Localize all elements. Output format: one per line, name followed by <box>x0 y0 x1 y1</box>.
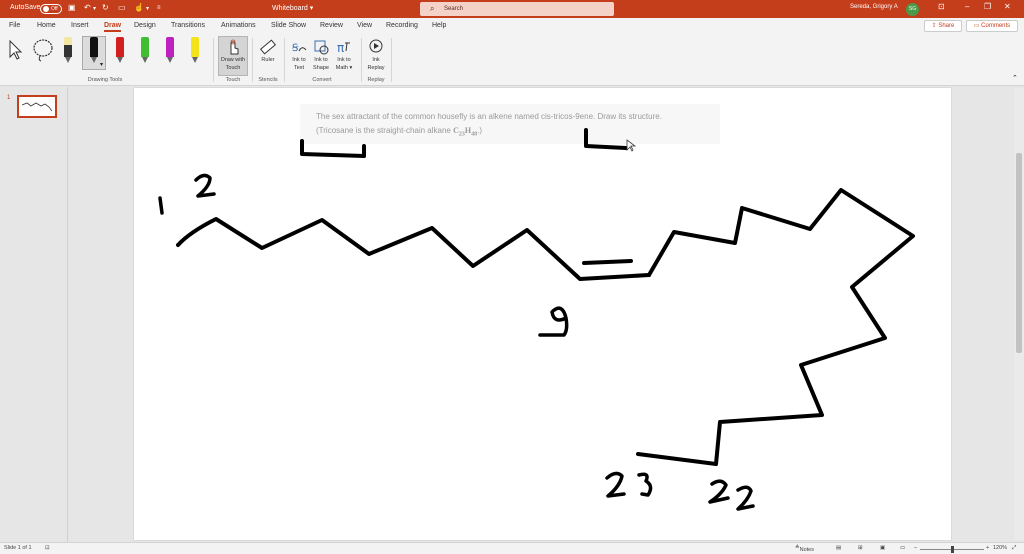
label-ink-22-first <box>708 479 730 504</box>
slide-counter: Slide 1 of 1 <box>4 545 32 551</box>
mouse-cursor-icon <box>626 139 637 152</box>
chain-stroke-right <box>636 188 915 466</box>
notes-label: Notes <box>799 547 814 553</box>
fit-to-window-icon[interactable]: ⤢ <box>1012 545 1016 552</box>
label-ink-2 <box>194 173 216 198</box>
zoom-in-icon[interactable]: + <box>986 545 989 551</box>
label-ink-1 <box>158 196 164 215</box>
ink-layer <box>158 128 915 511</box>
underline-stroke-cis <box>300 139 366 158</box>
slideshow-view-icon[interactable]: ▭ <box>900 545 905 551</box>
double-bond-stroke <box>582 259 633 265</box>
slide-sorter-icon[interactable]: ⊞ <box>858 545 863 551</box>
vertical-scrollbar[interactable] <box>1014 88 1024 540</box>
label-ink-23-three <box>637 472 653 497</box>
status-bar: Slide 1 of 1 ⊡ ≙ Notes ▤ ⊞ ▣ ▭ – + 120% … <box>0 542 1024 554</box>
label-ink-22-second <box>736 485 755 511</box>
notes-button[interactable]: ≙ Notes <box>795 545 814 553</box>
accessibility-icon[interactable]: ⊡ <box>45 545 50 551</box>
label-ink-9 <box>538 306 569 337</box>
zoom-level[interactable]: 120% <box>993 545 1007 551</box>
label-ink-23-two <box>605 471 626 498</box>
scrollbar-thumb[interactable] <box>1016 153 1022 353</box>
zoom-out-icon[interactable]: – <box>914 545 917 551</box>
normal-view-icon[interactable]: ▤ <box>836 545 841 551</box>
zoom-slider-knob[interactable] <box>951 546 954 553</box>
underline-stroke-9ene <box>584 128 628 150</box>
chain-stroke-left <box>176 217 651 281</box>
reading-view-icon[interactable]: ▣ <box>880 545 885 551</box>
